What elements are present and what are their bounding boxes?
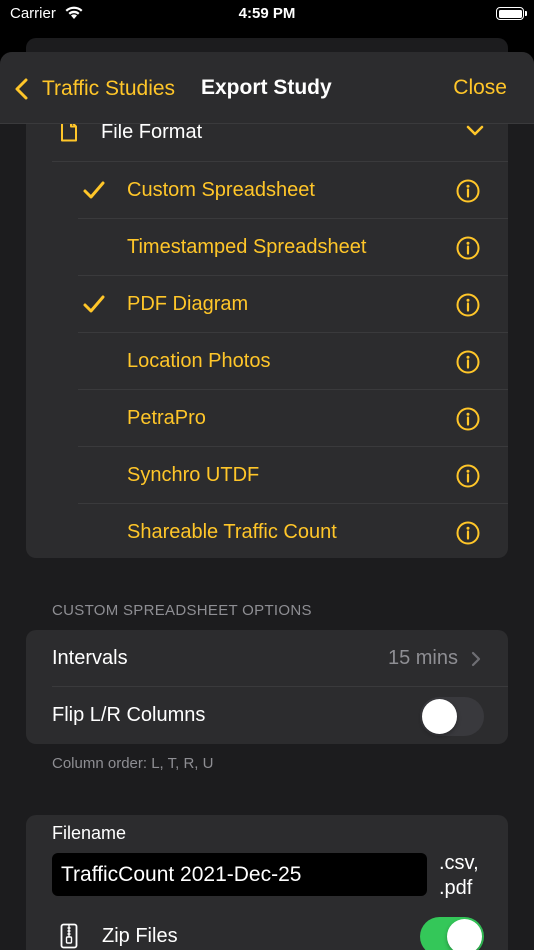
info-icon[interactable] (456, 464, 480, 488)
zip-files-toggle[interactable] (420, 917, 484, 950)
filename-group: Filename TrafficCount 2021-Dec-25 .csv, … (26, 815, 508, 950)
file-format-group: File Format Custom Spreadsheet Timestamp… (26, 106, 508, 558)
section-header: CUSTOM SPREADSHEET OPTIONS (52, 602, 312, 619)
page-title: Export Study (201, 76, 332, 99)
extension-csv: .csv, (439, 852, 479, 874)
intervals-label: Intervals (52, 647, 128, 669)
info-icon[interactable] (456, 293, 480, 317)
back-button-label: Traffic Studies (42, 77, 176, 100)
format-option-label: Shareable Traffic Count (127, 521, 337, 543)
chevron-down-icon[interactable] (466, 124, 484, 138)
info-icon[interactable] (456, 236, 480, 260)
format-option-label: PDF Diagram (127, 293, 249, 315)
filename-input[interactable]: TrafficCount 2021-Dec-25 (52, 853, 427, 896)
format-option-pdf-diagram[interactable]: PDF Diagram (26, 276, 508, 333)
navigation-bar: Traffic Studies Export Study Close (0, 52, 534, 124)
format-option-synchro-utdf[interactable]: Synchro UTDF (26, 447, 508, 504)
format-option-custom-spreadsheet[interactable]: Custom Spreadsheet (26, 162, 508, 219)
flip-columns-toggle[interactable] (420, 697, 484, 736)
format-option-location-photos[interactable]: Location Photos (26, 333, 508, 390)
checkmark-icon (83, 181, 105, 199)
flip-columns-row: Flip L/R Columns (26, 687, 508, 744)
format-option-label: Synchro UTDF (127, 464, 260, 486)
chevron-left-icon (15, 78, 28, 100)
status-bar: Carrier 4:59 PM (0, 0, 534, 30)
battery-icon (496, 7, 527, 20)
intervals-row[interactable]: Intervals 15 mins (26, 630, 508, 687)
custom-options-group: Intervals 15 mins Flip L/R Columns (26, 630, 508, 744)
format-option-label: Custom Spreadsheet (127, 179, 315, 201)
close-button[interactable]: Close (453, 76, 507, 100)
format-option-label: Location Photos (127, 350, 271, 372)
extension-pdf: .pdf (439, 877, 473, 899)
format-option-shareable-traffic-count[interactable]: Shareable Traffic Count (26, 504, 508, 558)
checkmark-icon (83, 295, 105, 313)
format-option-timestamped-spreadsheet[interactable]: Timestamped Spreadsheet (26, 219, 508, 276)
zip-file-icon (60, 923, 78, 949)
format-option-petrapro[interactable]: PetraPro (26, 390, 508, 447)
file-extensions: .csv, .pdf (439, 851, 479, 901)
chevron-right-icon (471, 651, 481, 667)
format-option-label: Timestamped Spreadsheet (127, 236, 367, 258)
info-icon[interactable] (456, 407, 480, 431)
flip-columns-label: Flip L/R Columns (52, 704, 206, 726)
export-sheet: Traffic Studies Export Study Close File … (0, 52, 534, 950)
intervals-value: 15 mins (387, 647, 458, 669)
info-icon[interactable] (456, 350, 480, 374)
filename-label: Filename (52, 823, 127, 843)
info-icon[interactable] (456, 521, 480, 545)
zip-files-label: Zip Files (102, 925, 178, 947)
clock-label: 4:59 PM (238, 5, 296, 22)
column-order-note: Column order: L, T, R, U (52, 755, 214, 772)
format-option-label: PetraPro (127, 407, 206, 429)
back-button[interactable]: Traffic Studies (14, 74, 175, 104)
info-icon[interactable] (456, 179, 480, 203)
